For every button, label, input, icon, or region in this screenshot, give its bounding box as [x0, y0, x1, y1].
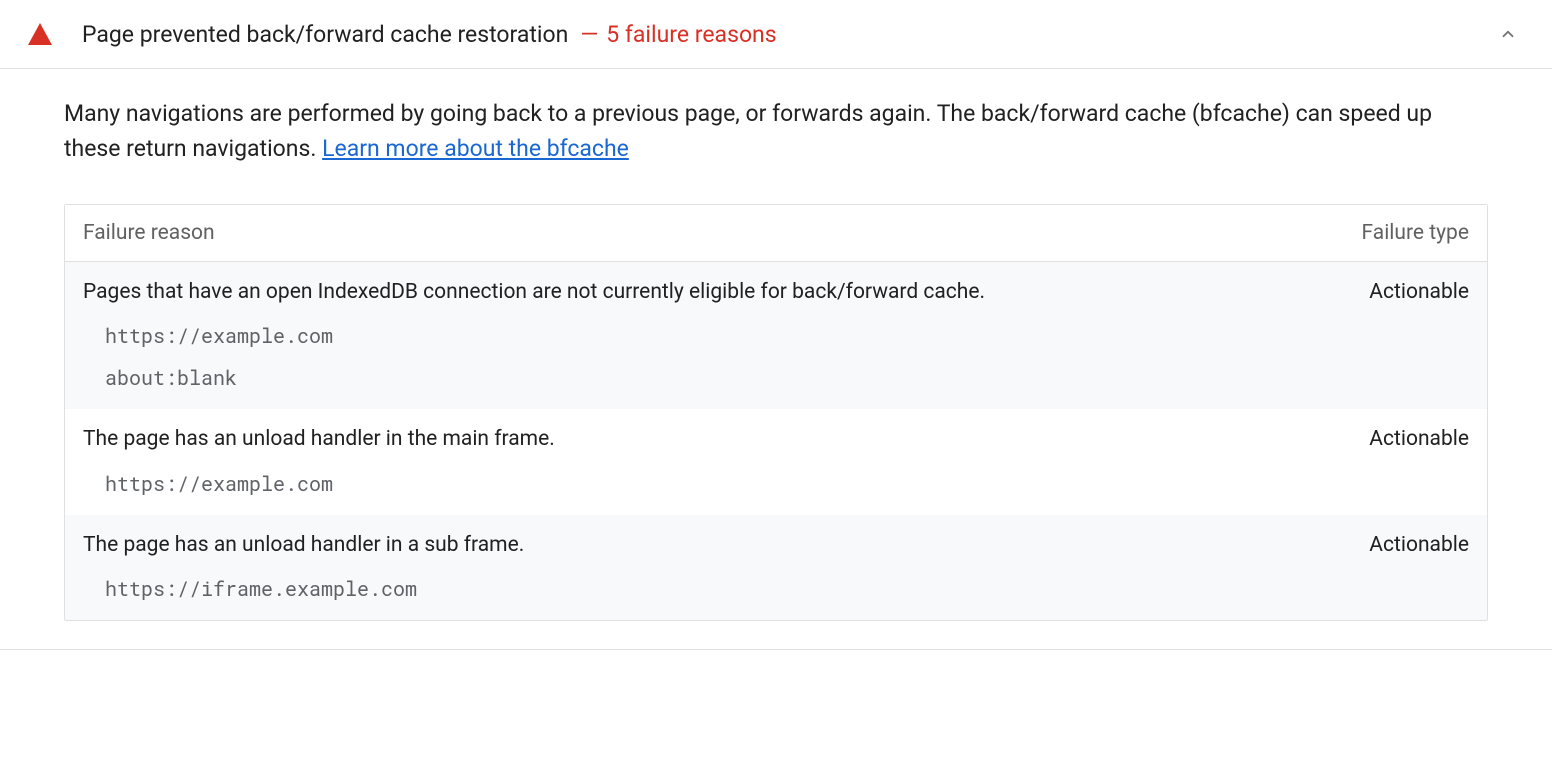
warning-triangle-icon	[28, 23, 52, 45]
description-text: Many navigations are performed by going …	[64, 100, 1432, 162]
failure-count-label: 5 failure reasons	[606, 21, 776, 48]
column-header-type: Failure type	[1362, 221, 1469, 245]
failure-type-text: Actionable	[1369, 280, 1469, 304]
table-row: The page has an unload handler in the ma…	[65, 409, 1487, 514]
table-row: The page has an unload handler in a sub …	[65, 515, 1487, 620]
frame-url: https://iframe.example.com	[105, 576, 1469, 602]
failure-reason-text: The page has an unload handler in a sub …	[83, 531, 1369, 560]
row-main: The page has an unload handler in the ma…	[83, 425, 1469, 454]
frame-url: https://example.com	[105, 323, 1469, 349]
audit-header[interactable]: Page prevented back/forward cache restor…	[0, 0, 1552, 69]
column-header-reason: Failure reason	[83, 221, 1362, 245]
failure-reason-text: Pages that have an open IndexedDB connec…	[83, 278, 1369, 307]
failure-table: Failure reason Failure type Pages that h…	[64, 204, 1488, 621]
chevron-up-icon[interactable]	[1492, 18, 1524, 50]
table-row: Pages that have an open IndexedDB connec…	[65, 262, 1487, 409]
failure-type-text: Actionable	[1369, 427, 1469, 451]
row-main: Pages that have an open IndexedDB connec…	[83, 278, 1469, 307]
table-header-row: Failure reason Failure type	[65, 205, 1487, 262]
failure-type-text: Actionable	[1369, 533, 1469, 557]
failure-reason-text: The page has an unload handler in the ma…	[83, 425, 1369, 454]
row-main: The page has an unload handler in a sub …	[83, 531, 1469, 560]
section-divider	[0, 649, 1552, 650]
audit-description: Many navigations are performed by going …	[0, 69, 1552, 182]
frame-url: about:blank	[105, 365, 1469, 391]
audit-title: Page prevented back/forward cache restor…	[82, 21, 568, 48]
separator: —	[580, 21, 598, 48]
learn-more-link[interactable]: Learn more about the bfcache	[322, 135, 629, 162]
frame-url: https://example.com	[105, 471, 1469, 497]
